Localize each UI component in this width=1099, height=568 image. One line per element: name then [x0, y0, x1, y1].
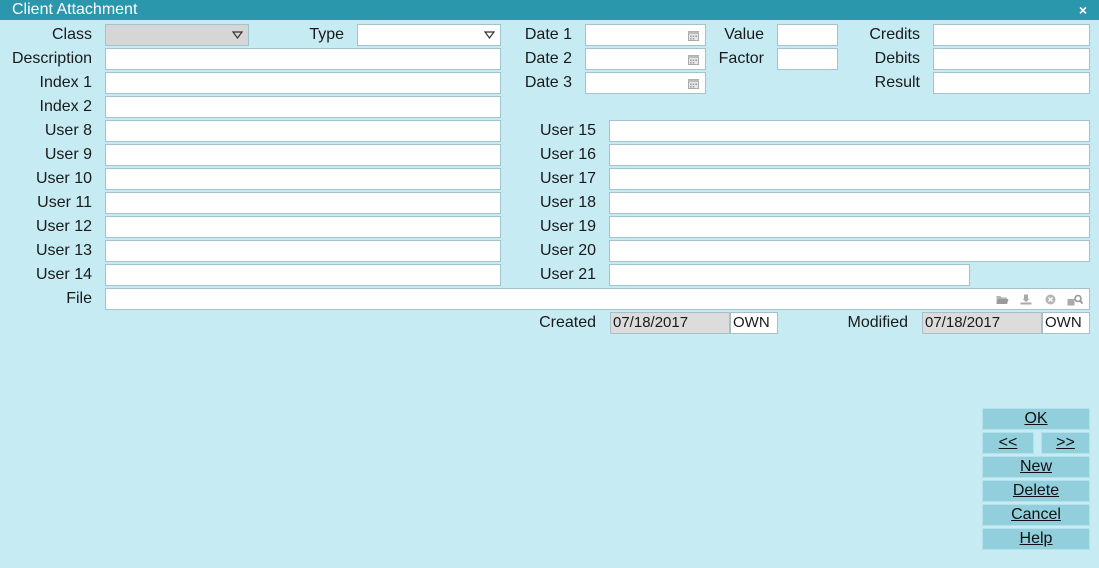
- window-title: Client Attachment: [12, 1, 138, 18]
- prev-button[interactable]: <<: [982, 432, 1034, 454]
- factor-field[interactable]: [777, 48, 838, 70]
- class-label: Class: [51, 26, 92, 43]
- user17-field[interactable]: [609, 168, 1090, 190]
- file-label: File: [66, 290, 92, 307]
- modified-date: 07/18/2017: [922, 312, 1042, 334]
- user9-label: User 9: [44, 146, 92, 163]
- user12-field[interactable]: [105, 216, 501, 238]
- user17-label: User 17: [539, 170, 596, 187]
- created-date: 07/18/2017: [610, 312, 730, 334]
- result-field[interactable]: [933, 72, 1090, 94]
- value-label: Value: [724, 26, 764, 43]
- chevron-down-icon[interactable]: [230, 28, 244, 42]
- save-icon[interactable]: [1019, 293, 1033, 306]
- user10-field[interactable]: [105, 168, 501, 190]
- user21-label: User 21: [539, 266, 596, 283]
- date1-field[interactable]: [585, 24, 706, 46]
- user21-field[interactable]: [609, 264, 970, 286]
- calendar-icon[interactable]: [686, 77, 700, 90]
- user12-label: User 12: [35, 218, 92, 235]
- index1-label: Index 1: [39, 74, 92, 91]
- cancel-button[interactable]: Cancel: [982, 504, 1090, 526]
- user16-label: User 16: [539, 146, 596, 163]
- user14-label: User 14: [35, 266, 92, 283]
- chevron-down-icon[interactable]: [482, 28, 496, 42]
- index2-field[interactable]: [105, 96, 501, 118]
- user9-field[interactable]: [105, 144, 501, 166]
- calendar-icon[interactable]: [686, 29, 700, 42]
- modified-by: OWN: [1042, 312, 1090, 334]
- index1-field[interactable]: [105, 72, 501, 94]
- view-file-icon[interactable]: [1067, 293, 1083, 306]
- credits-field[interactable]: [933, 24, 1090, 46]
- user19-label: User 19: [539, 218, 596, 235]
- new-button[interactable]: New: [982, 456, 1090, 478]
- user8-field[interactable]: [105, 120, 501, 142]
- ok-button[interactable]: OK: [982, 408, 1090, 430]
- user20-label: User 20: [539, 242, 596, 259]
- index2-label: Index 2: [39, 98, 92, 115]
- user10-label: User 10: [35, 170, 92, 187]
- created-by: OWN: [730, 312, 778, 334]
- title-bar: Client Attachment ×: [0, 0, 1099, 20]
- type-dropdown[interactable]: [357, 24, 501, 46]
- user15-field[interactable]: [609, 120, 1090, 142]
- credits-label: Credits: [869, 26, 920, 43]
- date2-field[interactable]: [585, 48, 706, 70]
- next-button[interactable]: >>: [1041, 432, 1090, 454]
- user19-field[interactable]: [609, 216, 1090, 238]
- value-field[interactable]: [777, 24, 838, 46]
- folder-open-icon[interactable]: [995, 293, 1009, 306]
- class-dropdown[interactable]: [105, 24, 249, 46]
- description-field[interactable]: [105, 48, 501, 70]
- debits-label: Debits: [874, 50, 920, 67]
- created-label: Created: [539, 314, 596, 331]
- date3-field[interactable]: [585, 72, 706, 94]
- user13-label: User 13: [35, 242, 92, 259]
- user14-field[interactable]: [105, 264, 501, 286]
- calendar-icon[interactable]: [686, 53, 700, 66]
- date1-label: Date 1: [524, 26, 572, 43]
- user20-field[interactable]: [609, 240, 1090, 262]
- user18-field[interactable]: [609, 192, 1090, 214]
- description-label: Description: [11, 50, 92, 67]
- close-icon[interactable]: ×: [1079, 1, 1087, 19]
- factor-label: Factor: [718, 50, 764, 67]
- user13-field[interactable]: [105, 240, 501, 262]
- debits-field[interactable]: [933, 48, 1090, 70]
- help-button[interactable]: Help: [982, 528, 1090, 550]
- file-field[interactable]: [105, 288, 1090, 310]
- user11-field[interactable]: [105, 192, 501, 214]
- user16-field[interactable]: [609, 144, 1090, 166]
- type-label: Type: [309, 26, 344, 43]
- date2-label: Date 2: [524, 50, 572, 67]
- date3-label: Date 3: [524, 74, 572, 91]
- modified-label: Modified: [847, 314, 908, 331]
- user15-label: User 15: [539, 122, 596, 139]
- user18-label: User 18: [539, 194, 596, 211]
- user11-label: User 11: [37, 194, 92, 211]
- clear-icon[interactable]: [1043, 293, 1057, 306]
- user8-label: User 8: [44, 122, 92, 139]
- result-label: Result: [874, 74, 920, 91]
- delete-button[interactable]: Delete: [982, 480, 1090, 502]
